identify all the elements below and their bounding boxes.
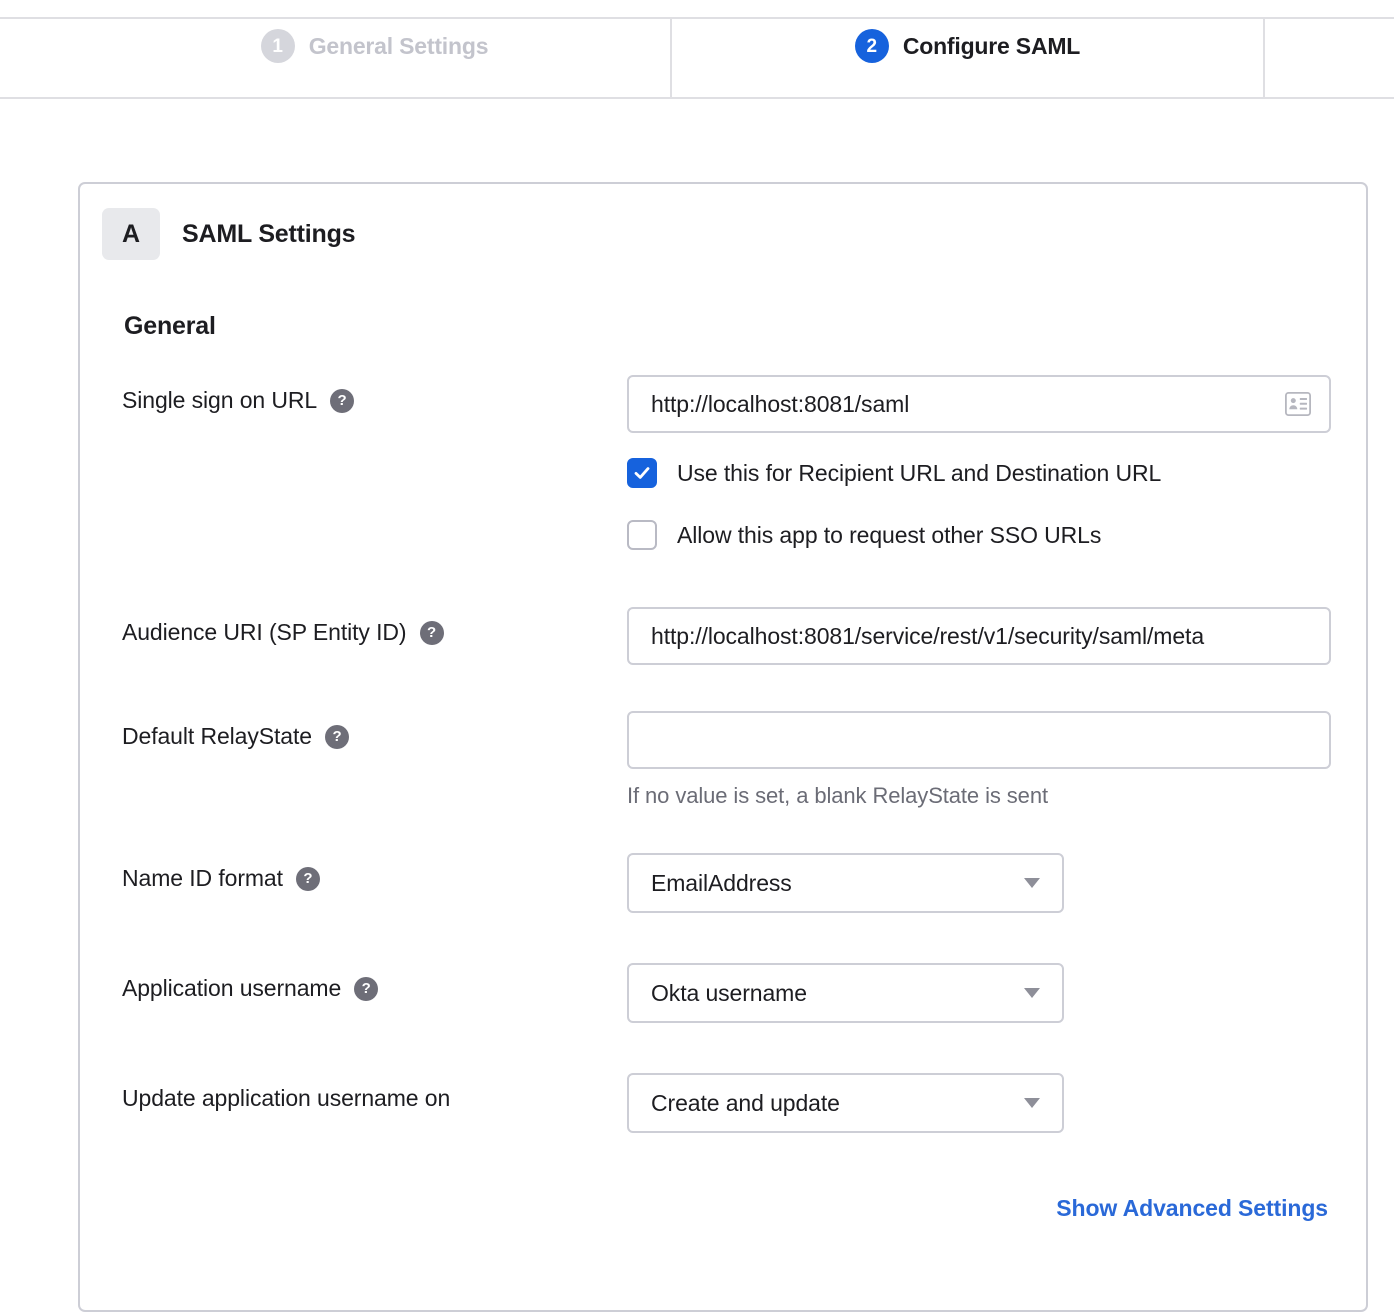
application-username-value: Okta username bbox=[651, 980, 1024, 1007]
field-row-default-relay-state: Default RelayState ? If no value is set,… bbox=[80, 711, 1366, 809]
step-number-badge-1: 1 bbox=[261, 29, 295, 63]
check-icon bbox=[632, 463, 652, 483]
field-row-audience-uri: Audience URI (SP Entity ID) ? http://loc… bbox=[80, 607, 1366, 665]
control-update-application-username-on: Create and update bbox=[627, 1073, 1366, 1133]
help-circle-icon[interactable]: ? bbox=[296, 867, 320, 891]
field-row-single-sign-on-url: Single sign on URL ? http://localhost:80… bbox=[80, 375, 1366, 559]
step-label-general-settings: General Settings bbox=[309, 33, 489, 60]
field-row-application-username: Application username ? Okta username bbox=[80, 963, 1366, 1023]
audience-uri-input[interactable]: http://localhost:8081/service/rest/v1/se… bbox=[627, 607, 1331, 665]
default-relay-state-helper-text: If no value is set, a blank RelayState i… bbox=[627, 783, 1366, 809]
chevron-down-icon bbox=[1024, 988, 1040, 998]
help-circle-icon[interactable]: ? bbox=[354, 977, 378, 1001]
checkbox-row-recipient-destination[interactable]: Use this for Recipient URL and Destinati… bbox=[627, 449, 1366, 497]
checkbox-label-use-for-recipient-and-destination: Use this for Recipient URL and Destinati… bbox=[677, 460, 1161, 487]
step-inner: 2 Configure SAML bbox=[855, 29, 1080, 63]
section-letter-badge: A bbox=[102, 208, 160, 260]
update-application-username-on-select[interactable]: Create and update bbox=[627, 1073, 1064, 1133]
help-circle-icon[interactable]: ? bbox=[330, 389, 354, 413]
checkbox-allow-other-sso-urls[interactable] bbox=[627, 520, 657, 550]
checkbox-label-allow-other-sso-urls: Allow this app to request other SSO URLs bbox=[677, 522, 1101, 549]
stepper-track: 1 General Settings 2 Configure SAML bbox=[79, 19, 1394, 97]
chevron-down-icon bbox=[1024, 1098, 1040, 1108]
saml-settings-card: A SAML Settings General Single sign on U… bbox=[78, 182, 1368, 1312]
chevron-down-icon bbox=[1024, 878, 1040, 888]
update-application-username-on-value: Create and update bbox=[651, 1090, 1024, 1117]
section-heading-general: General bbox=[124, 312, 1366, 341]
step-number-badge-2: 2 bbox=[855, 29, 889, 63]
single-sign-on-url-input[interactable]: http://localhost:8081/saml bbox=[627, 375, 1331, 433]
label-audience-uri: Audience URI (SP Entity ID) ? bbox=[122, 607, 627, 646]
stepper-step-configure-saml[interactable]: 2 Configure SAML bbox=[672, 19, 1265, 97]
field-row-update-application-username-on: Update application username on Create an… bbox=[80, 1073, 1366, 1133]
label-single-sign-on-url: Single sign on URL ? bbox=[122, 375, 627, 414]
stepper-step-empty[interactable] bbox=[1265, 19, 1394, 97]
show-advanced-settings-link[interactable]: Show Advanced Settings bbox=[1056, 1195, 1328, 1222]
audience-uri-value: http://localhost:8081/service/rest/v1/se… bbox=[651, 623, 1311, 650]
control-default-relay-state: If no value is set, a blank RelayState i… bbox=[627, 711, 1366, 809]
saml-settings-form: Single sign on URL ? http://localhost:80… bbox=[80, 375, 1366, 1222]
checkbox-use-for-recipient-and-destination[interactable] bbox=[627, 458, 657, 488]
wizard-stepper: 1 General Settings 2 Configure SAML bbox=[0, 17, 1394, 99]
stepper-step-general-settings[interactable]: 1 General Settings bbox=[79, 19, 672, 97]
control-single-sign-on-url: http://localhost:8081/saml bbox=[627, 375, 1366, 559]
card-title: SAML Settings bbox=[182, 220, 355, 249]
single-sign-on-url-checkbox-group: Use this for Recipient URL and Destinati… bbox=[627, 449, 1366, 559]
default-relay-state-input[interactable] bbox=[627, 711, 1331, 769]
checkbox-row-allow-other-sso-urls[interactable]: Allow this app to request other SSO URLs bbox=[627, 511, 1366, 559]
label-text-audience-uri: Audience URI (SP Entity ID) bbox=[122, 619, 407, 646]
advanced-settings-link-wrap: Show Advanced Settings bbox=[80, 1195, 1366, 1222]
field-row-name-id-format: Name ID format ? EmailAddress bbox=[80, 853, 1366, 913]
single-sign-on-url-value: http://localhost:8081/saml bbox=[651, 391, 1285, 418]
help-circle-icon[interactable]: ? bbox=[420, 621, 444, 645]
contact-card-icon[interactable] bbox=[1285, 392, 1311, 416]
label-default-relay-state: Default RelayState ? bbox=[122, 711, 627, 750]
label-update-application-username-on: Update application username on bbox=[122, 1073, 627, 1112]
control-name-id-format: EmailAddress bbox=[627, 853, 1366, 913]
name-id-format-value: EmailAddress bbox=[651, 870, 1024, 897]
step-inner: 1 General Settings bbox=[261, 29, 489, 63]
label-text-application-username: Application username bbox=[122, 975, 341, 1002]
control-application-username: Okta username bbox=[627, 963, 1366, 1023]
label-text-default-relay-state: Default RelayState bbox=[122, 723, 312, 750]
label-name-id-format: Name ID format ? bbox=[122, 853, 627, 892]
step-label-configure-saml: Configure SAML bbox=[903, 33, 1080, 60]
card-header: A SAML Settings bbox=[80, 184, 1366, 260]
label-text-update-application-username-on: Update application username on bbox=[122, 1085, 450, 1112]
application-username-select[interactable]: Okta username bbox=[627, 963, 1064, 1023]
label-text-name-id-format: Name ID format bbox=[122, 865, 283, 892]
label-application-username: Application username ? bbox=[122, 963, 627, 1002]
help-circle-icon[interactable]: ? bbox=[325, 725, 349, 749]
label-text-single-sign-on-url: Single sign on URL bbox=[122, 387, 317, 414]
control-audience-uri: http://localhost:8081/service/rest/v1/se… bbox=[627, 607, 1366, 665]
name-id-format-select[interactable]: EmailAddress bbox=[627, 853, 1064, 913]
